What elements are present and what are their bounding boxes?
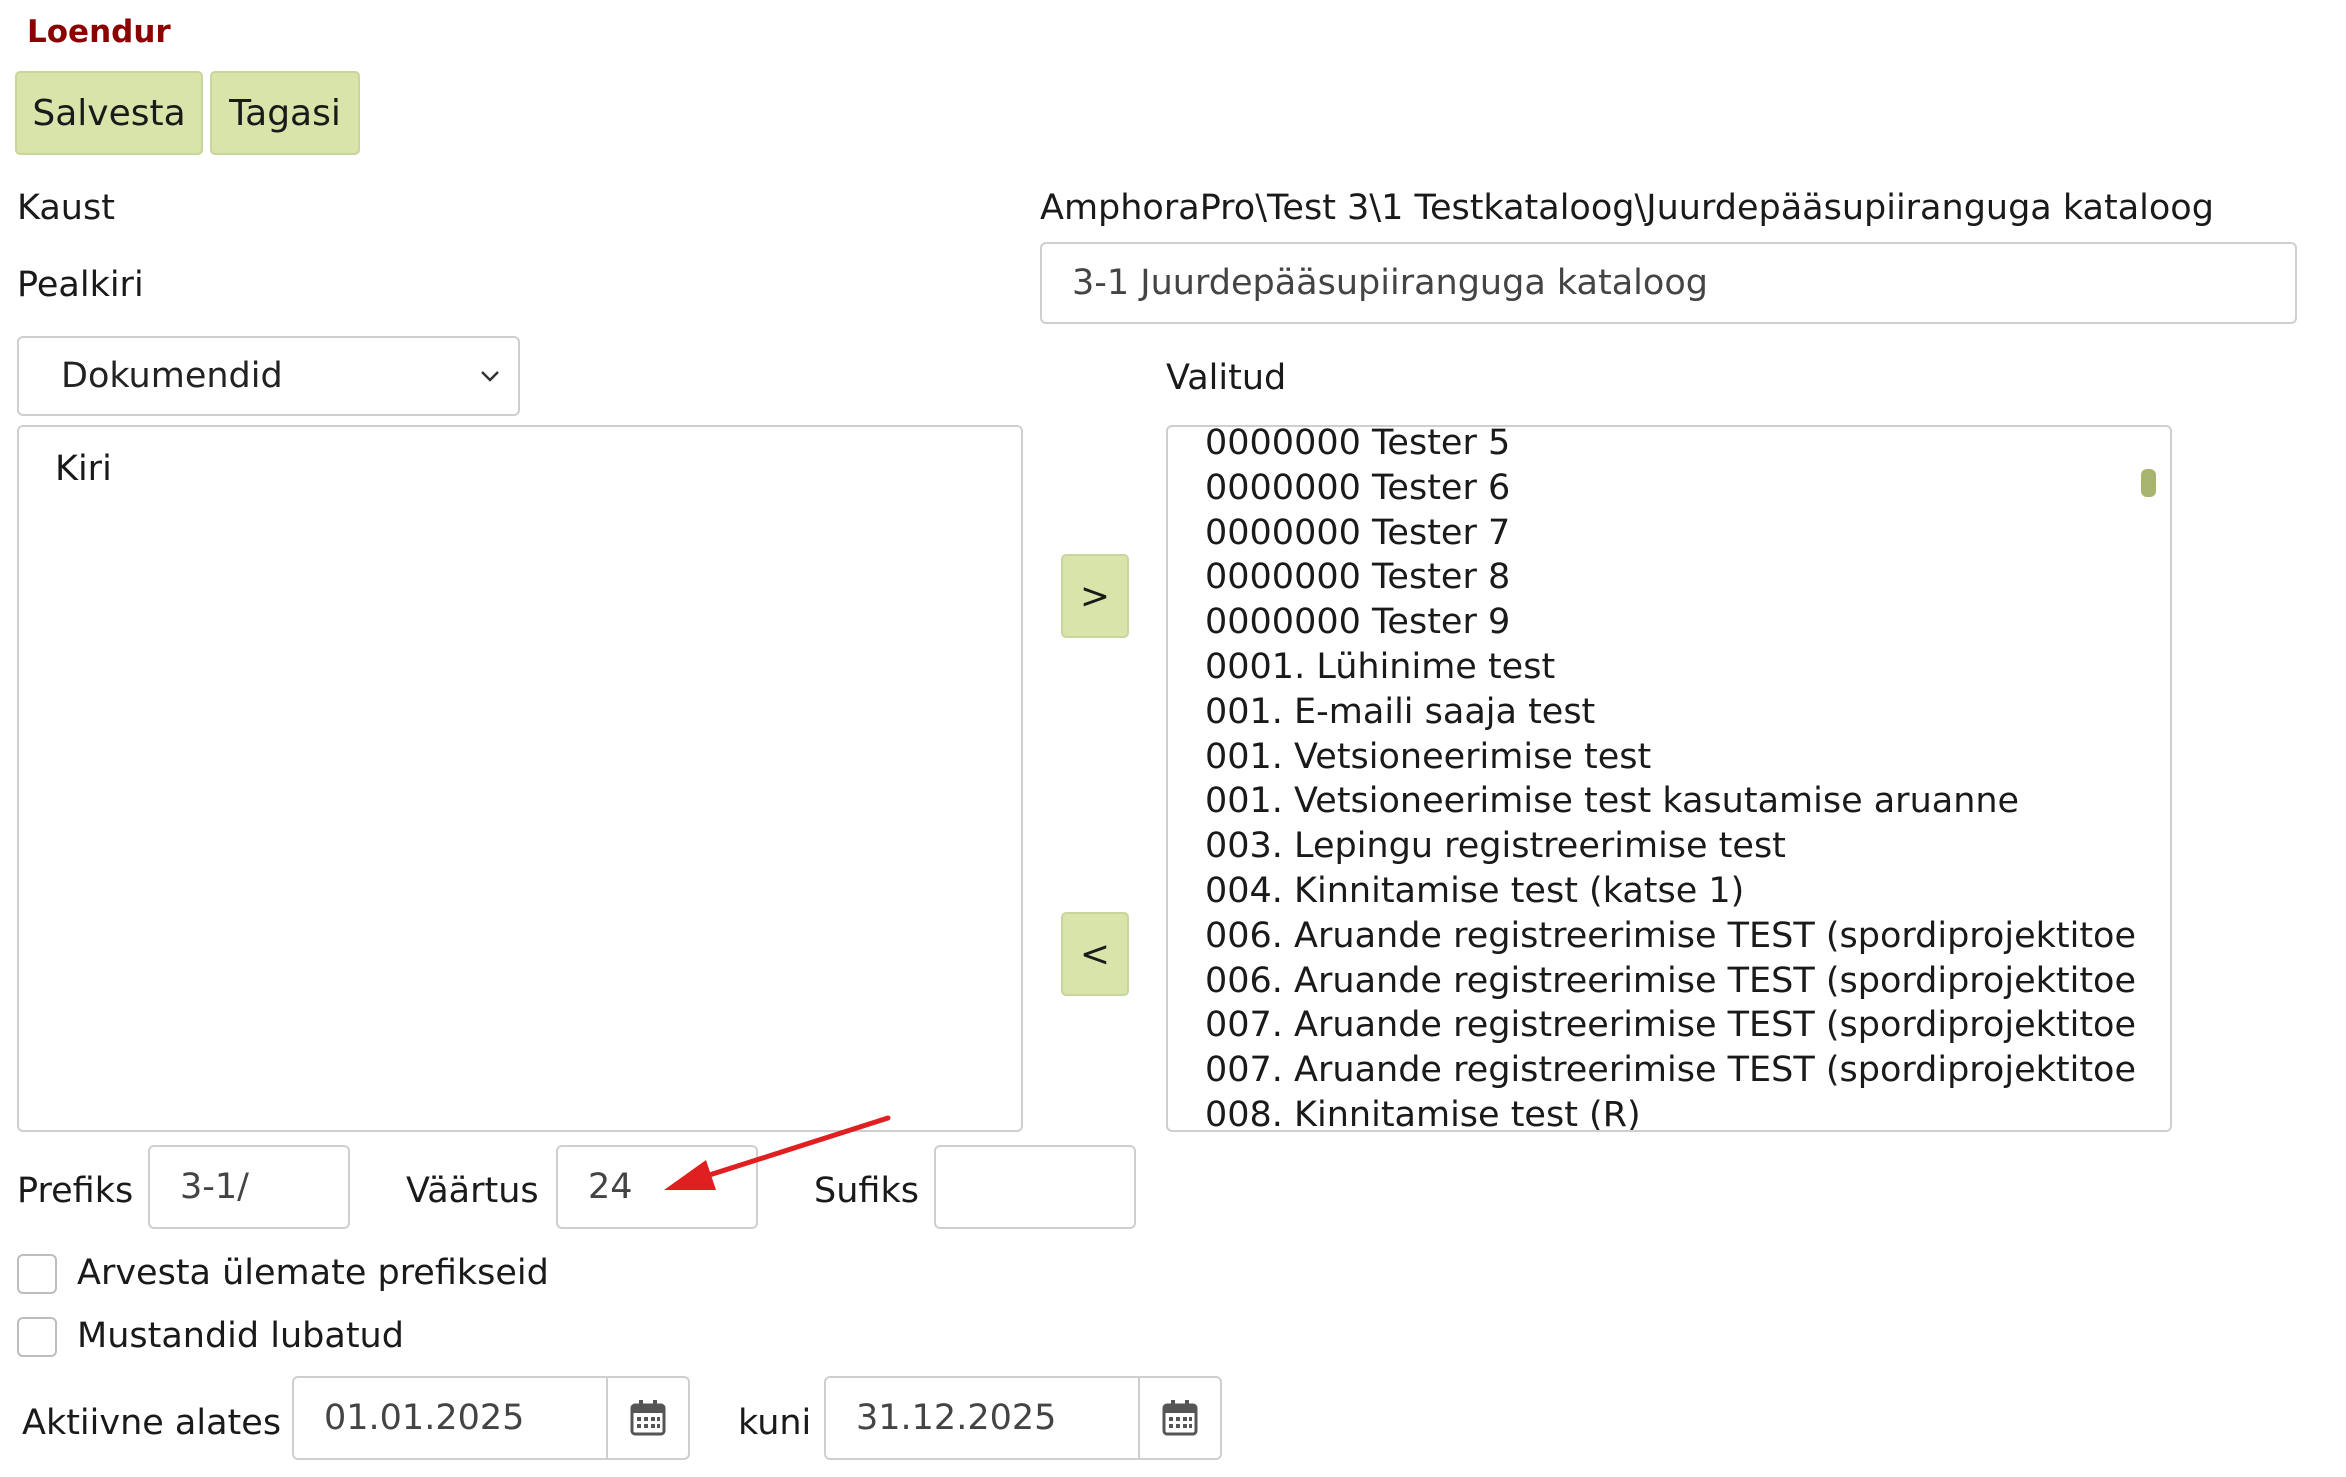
folder-path: AmphoraPro\Test 3\1 Testkataloog\Juurdep… (1040, 188, 2214, 228)
list-item[interactable]: 006. Aruande registreerimise TEST (spord… (1205, 959, 2140, 1004)
active-from-label: Aktiivne alates (22, 1403, 282, 1443)
document-type-select[interactable]: Dokumendid (17, 336, 520, 416)
heading-label: Pealkiri (17, 265, 144, 305)
add-button[interactable]: > (1061, 554, 1129, 638)
document-type-selected: Dokumendid (61, 356, 283, 396)
until-calendar-button[interactable] (1138, 1376, 1222, 1460)
value-label: Väärtus (406, 1171, 539, 1211)
drafts-allowed-checkbox[interactable] (17, 1317, 57, 1357)
prefix-input[interactable] (148, 1145, 350, 1229)
heading-input[interactable] (1040, 242, 2297, 324)
prefix-label: Prefiks (17, 1171, 134, 1211)
list-item[interactable]: 001. Vetsioneerimise test (1205, 735, 2140, 780)
include-parent-prefixes-checkbox[interactable] (17, 1254, 57, 1294)
list-item[interactable]: 001. E-maili saaja test (1205, 690, 2140, 735)
selected-label: Valitud (1166, 358, 1287, 398)
list-item[interactable]: 0000000 Tester 8 (1205, 555, 2140, 600)
list-item[interactable]: 004. Kinnitamise test (katse 1) (1205, 869, 2140, 914)
list-item[interactable]: 007. Aruande registreerimise TEST (spord… (1205, 1048, 2140, 1093)
list-item[interactable]: 0001. Lühinime test (1205, 645, 2140, 690)
list-item[interactable]: 007. Aruande registreerimise TEST (spord… (1205, 1003, 2140, 1048)
list-item[interactable]: 003. Lepingu registreerimise test (1205, 824, 2140, 869)
list-item[interactable]: 008. Kinnitamise test (R) (1205, 1093, 2140, 1130)
calendar-icon (630, 1400, 666, 1436)
until-label: kuni (738, 1403, 812, 1443)
list-item[interactable]: 0000000 Tester 5 (1205, 427, 2140, 466)
list-item[interactable]: Kiri (55, 447, 1021, 492)
available-list[interactable]: Kiri (17, 425, 1023, 1132)
annotation-arrow-icon (664, 1115, 891, 1190)
list-item[interactable]: 0000000 Tester 9 (1205, 600, 2140, 645)
suffix-input[interactable] (934, 1145, 1136, 1229)
selected-list[interactable]: 0000000 Tester 5 0000000 Tester 6 000000… (1166, 425, 2172, 1132)
save-button[interactable]: Salvesta (15, 71, 203, 155)
include-parent-prefixes-label: Arvesta ülemate prefikseid (77, 1253, 549, 1293)
list-item[interactable]: 001. Vetsioneerimise test kasutamise aru… (1205, 779, 2140, 824)
list-item[interactable]: 0000000 Tester 7 (1205, 511, 2140, 556)
list-item[interactable]: 006. Aruande registreerimise TEST (spord… (1205, 914, 2140, 959)
drafts-allowed-label: Mustandid lubatud (77, 1316, 404, 1356)
chevron-down-icon (481, 371, 499, 382)
active-from-calendar-button[interactable] (606, 1376, 690, 1460)
back-button[interactable]: Tagasi (210, 71, 360, 155)
calendar-icon (1162, 1400, 1198, 1436)
list-item[interactable]: 0000000 Tester 6 (1205, 466, 2140, 511)
remove-button[interactable]: < (1061, 912, 1129, 996)
active-from-input[interactable] (292, 1376, 608, 1460)
folder-label: Kaust (17, 188, 115, 228)
until-input[interactable] (824, 1376, 1140, 1460)
scrollbar-thumb[interactable] (2141, 469, 2156, 497)
page-title: Loendur (27, 14, 171, 50)
